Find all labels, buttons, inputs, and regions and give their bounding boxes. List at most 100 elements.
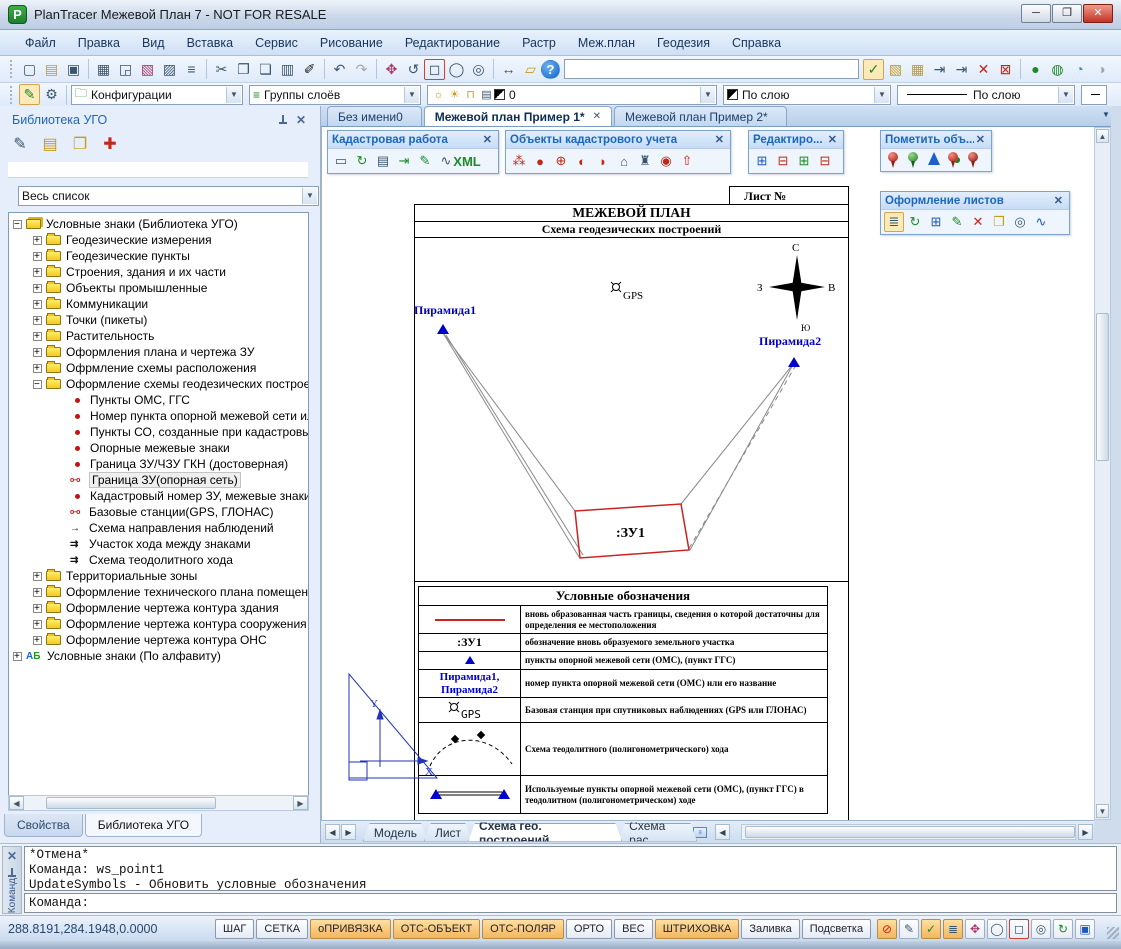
tree-row[interactable]: Геодезические измерения <box>9 232 308 248</box>
tree-row[interactable]: Оформление чертежа контура ОНС <box>9 632 308 648</box>
layout-list-icon[interactable]: ≡ <box>693 827 707 838</box>
panel-tab[interactable]: Свойства <box>4 814 83 837</box>
tree-expander-icon[interactable] <box>33 252 42 261</box>
viewport-icon[interactable]: ▣ <box>1075 919 1095 939</box>
properties-icon[interactable]: ✎ <box>899 919 919 939</box>
lineweight-combo[interactable] <box>1081 85 1107 105</box>
tree-expander-icon[interactable] <box>57 524 66 533</box>
tree-expander-icon[interactable] <box>33 268 42 277</box>
minimize-button[interactable]: ─ <box>1021 4 1051 23</box>
format-brush-icon[interactable]: ✐ <box>299 59 320 80</box>
open-library-icon[interactable]: ▤ <box>38 132 62 156</box>
tree-expander-icon[interactable] <box>57 428 66 437</box>
part-delete-icon[interactable]: ⊟ <box>815 151 835 171</box>
library-copy-icon[interactable]: ❐ <box>68 132 92 156</box>
tabs-prev-icon[interactable]: ◀ <box>715 824 730 840</box>
current-layer-combo[interactable]: ☼☀⊓▤ 0 ▼ <box>427 85 717 105</box>
printer-icon[interactable]: ▤ <box>479 87 494 102</box>
menu-item[interactable]: Файл <box>14 32 67 54</box>
help-icon[interactable]: ? <box>541 60 560 79</box>
mark-red-pin-icon[interactable] <box>887 151 900 169</box>
status-toggle-button[interactable]: ВЕС <box>614 919 653 939</box>
scrollbar-thumb[interactable] <box>1096 313 1109 461</box>
selection-off-icon[interactable]: ⊘ <box>877 919 897 939</box>
tree-expander-icon[interactable] <box>57 556 66 565</box>
menu-item[interactable]: Справка <box>721 32 792 54</box>
paste-special-icon[interactable]: ▥ <box>277 59 298 80</box>
panel-tab[interactable]: Библиотека УГО <box>85 814 202 837</box>
frame-new-icon[interactable]: ❐ <box>989 212 1009 232</box>
print-preview-icon[interactable]: ◲ <box>115 59 136 80</box>
tree-expander-icon[interactable] <box>33 316 42 325</box>
tree-row[interactable]: Базовые станции(GPS, ГЛОНАС) <box>9 504 308 520</box>
tree-expander-icon[interactable] <box>57 492 66 501</box>
chevron-down-icon[interactable]: ▼ <box>404 87 419 103</box>
building-icon[interactable]: ⌂ <box>614 151 634 171</box>
layout-tab[interactable]: Лист <box>424 823 472 842</box>
toolbar-grip[interactable] <box>10 60 14 78</box>
layout-tab[interactable]: Схема гео. построений <box>468 823 622 842</box>
tree-expander-icon[interactable] <box>57 412 66 421</box>
close-icon[interactable]: ✕ <box>713 133 726 146</box>
chevron-down-icon[interactable]: ▼ <box>226 87 241 103</box>
scroll-left-icon[interactable]: ◀ <box>9 796 24 810</box>
tree-row[interactable]: Пункты ОМС, ГГС <box>9 392 308 408</box>
zoom-extents-icon[interactable]: ◎ <box>468 59 489 80</box>
tree-row[interactable]: Точки (пикеты) <box>9 312 308 328</box>
mark-remove-pin-icon[interactable] <box>967 151 980 169</box>
parcel-add-icon[interactable]: ⊕ <box>551 151 571 171</box>
tree-row[interactable]: Оформление схемы геодезических построени… <box>9 376 308 392</box>
export-work-icon[interactable]: ⇥ <box>394 151 414 171</box>
menu-item[interactable]: Геодезия <box>646 32 721 54</box>
tree-row[interactable]: Схема теодолитного хода <box>9 552 308 568</box>
contour-delete-icon[interactable]: ⊟ <box>773 151 793 171</box>
tree-row[interactable]: Офрмление схемы расположения <box>9 360 308 376</box>
scroll-up-icon[interactable]: ▲ <box>1096 129 1109 143</box>
tree-expander-icon[interactable] <box>57 540 66 549</box>
sheet-edit-icon[interactable]: ✎ <box>947 212 967 232</box>
library-add-icon[interactable]: ✚ <box>98 132 122 156</box>
lock-icon[interactable]: ⊓ <box>463 87 478 102</box>
menu-item[interactable]: Редактирование <box>394 32 511 54</box>
close-icon[interactable]: ✕ <box>974 133 987 146</box>
tree-expander-icon[interactable] <box>33 348 42 357</box>
tree-row[interactable]: Оформление чертежа контура здания <box>9 600 308 616</box>
layout-tab[interactable]: Модель <box>363 823 428 842</box>
tree-row[interactable]: Кадастровый номер ЗУ, межевые знаки гот <box>9 488 308 504</box>
tree-row[interactable]: Условные знаки (По алфавиту) <box>9 648 308 664</box>
open-file-icon[interactable]: ▤ <box>41 59 62 80</box>
chevron-down-icon[interactable]: ▼ <box>302 188 317 204</box>
tree-expander-icon[interactable] <box>33 236 42 245</box>
tree-row[interactable]: Коммуникации <box>9 296 308 312</box>
tree-expander-icon[interactable] <box>57 508 66 517</box>
status-toggle-button[interactable]: ШТРИХОВКА <box>655 919 740 939</box>
new-symbol-icon[interactable]: ✎ <box>8 132 32 156</box>
bulb-icon[interactable]: ☼ <box>431 87 446 102</box>
document-tab[interactable]: Межевой план Пример 1* ✕ <box>424 106 612 126</box>
parcel-icon[interactable]: ● <box>530 151 550 171</box>
mark-cone-icon[interactable] <box>927 151 940 169</box>
xml-export-icon[interactable]: XML <box>457 151 477 171</box>
redo-icon[interactable]: ↷ <box>351 59 372 80</box>
tree-row[interactable]: Условные знаки (Библиотека УГО) <box>9 216 308 232</box>
distance-icon[interactable]: ↔ <box>498 59 519 80</box>
sheet-import2-icon[interactable]: ⇥ <box>951 59 972 80</box>
tree-row[interactable]: Оформления плана и чертежа ЗУ <box>9 344 308 360</box>
tree-expander-icon[interactable] <box>57 396 66 405</box>
image-insert-icon[interactable]: ▧ <box>885 59 906 80</box>
scroll-right-icon[interactable]: ▶ <box>293 796 308 810</box>
sheet-refresh-icon[interactable]: ↻ <box>905 212 925 232</box>
zoom-window-icon[interactable]: ◻ <box>424 59 445 80</box>
paste-icon[interactable]: ❏ <box>255 59 276 80</box>
circle-group-icon[interactable]: ◔ <box>1069 59 1090 80</box>
close-icon[interactable]: ✕ <box>1052 194 1065 207</box>
parcel-part-icon[interactable]: ◐ <box>572 151 592 171</box>
layout-tab[interactable]: Схема рас <box>618 823 697 842</box>
frame-delete-icon[interactable]: ⊠ <box>995 59 1016 80</box>
sun-icon[interactable]: ☀ <box>447 87 462 102</box>
zoom-icon[interactable]: ◯ <box>987 919 1007 939</box>
tree-expander-icon[interactable] <box>57 444 66 453</box>
tree-expander-icon[interactable] <box>57 476 66 485</box>
contour-add-icon[interactable]: ⊞ <box>752 151 772 171</box>
scrollbar-thumb[interactable] <box>46 797 216 809</box>
